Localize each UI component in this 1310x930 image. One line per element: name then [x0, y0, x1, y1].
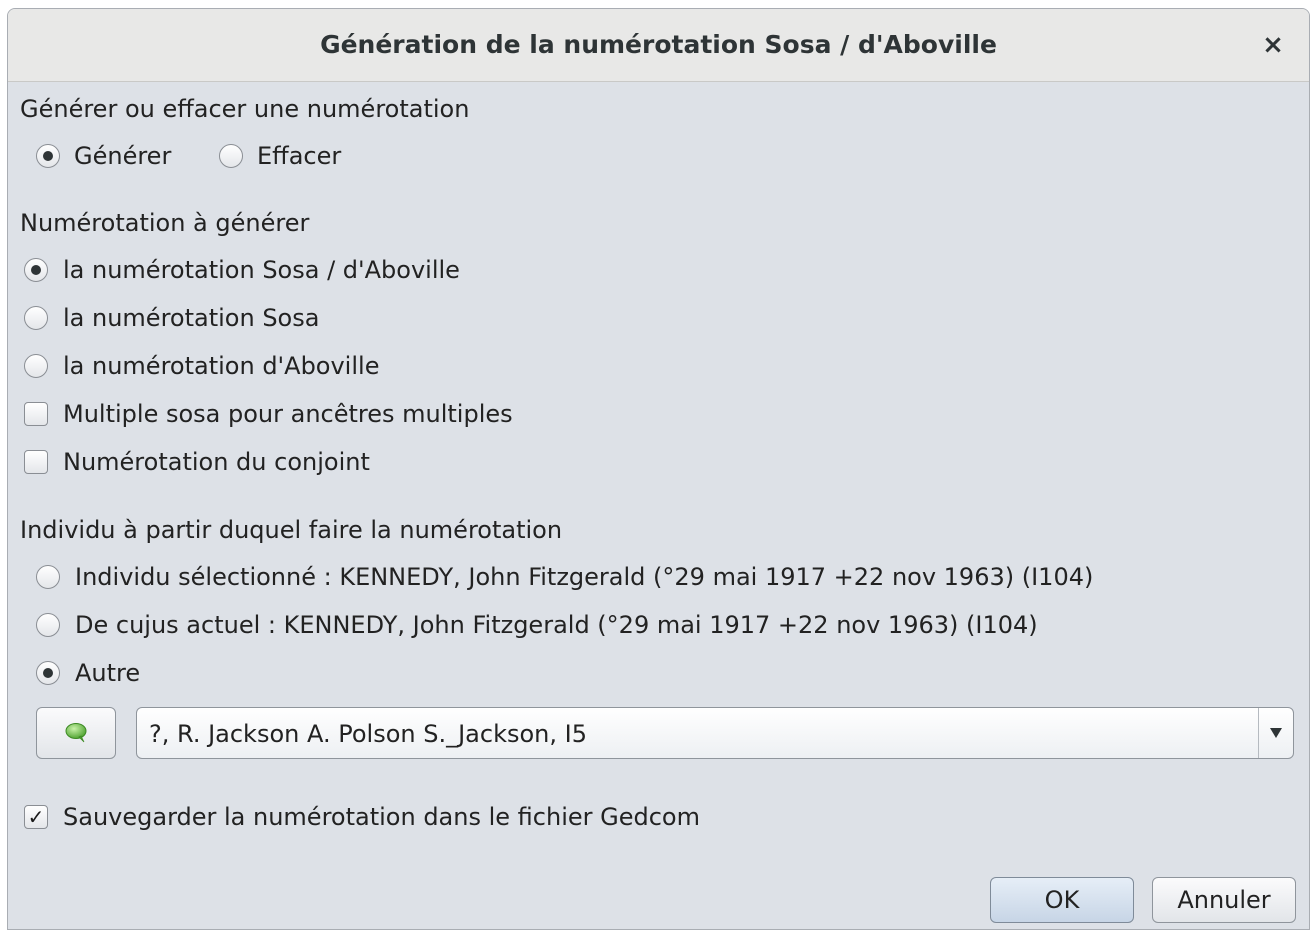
radio-generer-label: Générer: [74, 142, 172, 170]
radio-autre-indicator: [36, 661, 60, 685]
checkbox-save-gedcom-label: Sauvegarder la numérotation dans le fich…: [63, 803, 700, 831]
radio-de-cujus-label: De cujus actuel : KENNEDY, John Fitzgera…: [75, 611, 1038, 639]
individual-combo[interactable]: ?, R. Jackson A. Polson S._Jackson, I5: [136, 707, 1294, 759]
checkbox-save-gedcom-indicator: ✓: [24, 805, 48, 829]
mode-heading: Générer ou effacer une numérotation: [20, 95, 470, 123]
title-bar: Génération de la numérotation Sosa / d'A…: [8, 9, 1309, 82]
radio-individu-selectionne[interactable]: Individu sélectionné : KENNEDY, John Fit…: [36, 560, 1093, 594]
speech-bubble-icon: [65, 723, 87, 743]
sosa-dialog: Génération de la numérotation Sosa / d'A…: [7, 8, 1310, 930]
individual-heading: Individu à partir duquel faire la numéro…: [20, 516, 563, 544]
ok-button[interactable]: OK: [990, 877, 1134, 923]
chevron-down-icon[interactable]: [1258, 708, 1293, 758]
radio-sosa-aboville-indicator: [24, 258, 48, 282]
radio-sosa[interactable]: la numérotation Sosa: [24, 301, 319, 335]
radio-generer-indicator: [36, 144, 60, 168]
cancel-button[interactable]: Annuler: [1152, 877, 1296, 923]
checkbox-multiple-sosa-indicator: [24, 402, 48, 426]
checkbox-conjoint-label: Numérotation du conjoint: [63, 448, 370, 476]
checkbox-conjoint-indicator: [24, 450, 48, 474]
radio-autre[interactable]: Autre: [36, 656, 140, 690]
dialog-title: Génération de la numérotation Sosa / d'A…: [320, 30, 997, 59]
radio-sosa-indicator: [24, 306, 48, 330]
checkbox-save-gedcom[interactable]: ✓ Sauvegarder la numérotation dans le fi…: [24, 800, 700, 834]
radio-aboville[interactable]: la numérotation d'Aboville: [24, 349, 379, 383]
checkbox-multiple-sosa-label: Multiple sosa pour ancêtres multiples: [63, 400, 513, 428]
radio-individu-selectionne-label: Individu sélectionné : KENNEDY, John Fit…: [75, 563, 1094, 591]
combo-arrow-glyph: [1270, 728, 1282, 738]
radio-effacer[interactable]: Effacer: [219, 139, 341, 173]
search-individual-button[interactable]: [36, 707, 116, 759]
individual-combo-value: ?, R. Jackson A. Polson S._Jackson, I5: [149, 720, 587, 748]
radio-generer[interactable]: Générer: [36, 139, 171, 173]
radio-de-cujus[interactable]: De cujus actuel : KENNEDY, John Fitzgera…: [36, 608, 1038, 642]
radio-effacer-indicator: [219, 144, 243, 168]
radio-de-cujus-indicator: [36, 613, 60, 637]
numbering-heading: Numérotation à générer: [20, 209, 310, 237]
radio-autre-label: Autre: [75, 659, 141, 687]
close-icon[interactable]: ×: [1257, 29, 1289, 61]
radio-aboville-label: la numérotation d'Aboville: [63, 352, 380, 380]
radio-aboville-indicator: [24, 354, 48, 378]
radio-individu-selectionne-indicator: [36, 565, 60, 589]
checkbox-conjoint[interactable]: Numérotation du conjoint: [24, 445, 370, 479]
checkbox-multiple-sosa[interactable]: Multiple sosa pour ancêtres multiples: [24, 397, 513, 431]
radio-sosa-label: la numérotation Sosa: [63, 304, 320, 332]
radio-sosa-aboville[interactable]: la numérotation Sosa / d'Aboville: [24, 253, 460, 287]
radio-sosa-aboville-label: la numérotation Sosa / d'Aboville: [63, 256, 460, 284]
radio-effacer-label: Effacer: [257, 142, 342, 170]
